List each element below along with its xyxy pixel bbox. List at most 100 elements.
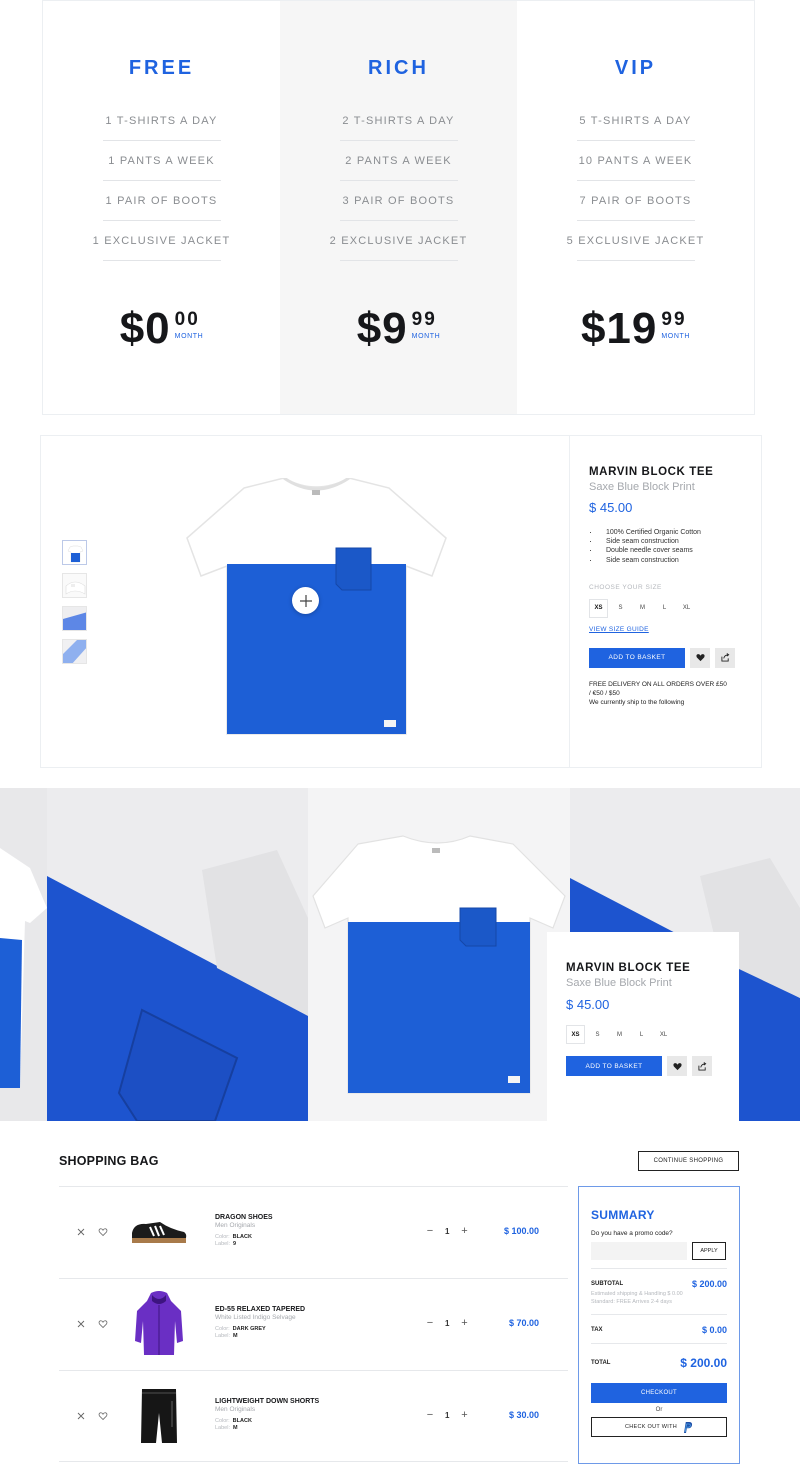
share-button[interactable] [715,647,735,668]
price-period: MONTH [661,333,691,340]
heart-outline-icon[interactable] [98,1319,108,1329]
sneaker-image[interactable] [129,1197,189,1267]
heart-outline-icon[interactable] [98,1411,108,1421]
bag-item-color: Color: BLACK [215,1418,252,1424]
card-share-button[interactable] [692,1056,712,1076]
close-icon[interactable] [76,1227,86,1237]
hoodie-image[interactable] [129,1289,189,1359]
bag-item-name[interactable]: DRAGON SHOES [215,1214,273,1221]
price-cents: 99 [661,309,687,330]
plan-feature: 10 PANTS A WEEK [576,141,695,181]
bag-item-subtitle: Men Originals [215,1406,256,1413]
quantity-decrease-button[interactable]: − [425,1225,435,1237]
bag-item-subtitle: White Listed Indigo Selvage [215,1314,296,1321]
heart-icon [695,654,705,662]
total-label: TOTAL [591,1360,611,1366]
gallery-product-card: MARVIN BLOCK TEE Saxe Blue Block Print $… [547,932,739,1121]
card-product-subtitle: Saxe Blue Block Print [566,977,672,989]
card-size-selector: XS S M L XL [566,1025,739,1044]
gallery-image-front[interactable] [308,788,570,1121]
card-size-option-m[interactable]: M [610,1025,629,1044]
gallery-image-pocket[interactable] [47,788,308,1121]
card-wishlist-button[interactable] [667,1056,687,1076]
product-detail: MARVIN BLOCK TEE Saxe Blue Block Print $… [40,435,762,768]
summary-divider [591,1314,727,1315]
thumbnail-pocket[interactable] [62,639,87,664]
size-option-xl[interactable]: XL [677,599,696,618]
bag-item-row: LIGHTWEIGHT DOWN SHORTS Men Originals Co… [59,1370,568,1462]
bag-item-info: ED-55 RELAXED TAPERED White Listed Indig… [215,1306,305,1339]
plan-features: 2 T-SHIRTS A DAY 2 PANTS A WEEK 3 PAIR O… [280,101,517,261]
continue-shopping-button[interactable]: CONTINUE SHOPPING [638,1151,739,1171]
quantity-decrease-button[interactable]: − [425,1317,435,1329]
price-period: MONTH [174,333,204,340]
plan-rich: RICH 2 T-SHIRTS A DAY 2 PANTS A WEEK 3 P… [280,1,517,414]
quantity-value: 1 [445,1410,450,1420]
plan-name: FREE [128,57,195,79]
order-summary: SUMMARY Do you have a promo code? APPLY … [578,1186,740,1464]
card-add-to-basket-button[interactable]: ADD TO BASKET [566,1056,662,1076]
size-guide-link[interactable]: VIEW SIZE GUIDE [589,626,749,633]
shorts-image[interactable] [129,1381,189,1451]
product-main-image[interactable] [184,478,449,740]
bag-item-info: LIGHTWEIGHT DOWN SHORTS Men Originals Co… [215,1398,319,1431]
thumbnail-front[interactable] [62,540,87,565]
plan-features: 1 T-SHIRTS A DAY 1 PANTS A WEEK 1 PAIR O… [43,101,280,261]
promo-label: Do you have a promo code? [591,1230,673,1237]
zoom-button[interactable] [292,587,319,614]
size-option-s[interactable]: S [611,599,630,618]
bag-item-label: Label: M [215,1425,238,1431]
plan-price: $9 99 MONTH [357,305,441,353]
card-size-option-xl[interactable]: XL [654,1025,673,1044]
bag-item-label: Label: 9 [215,1241,237,1247]
card-size-option-l[interactable]: L [632,1025,651,1044]
quantity-decrease-button[interactable]: − [425,1409,435,1421]
subtotal-line: SUBTOTAL $ 200.00 [591,1279,727,1289]
or-separator: Or [655,1407,663,1413]
wishlist-button[interactable] [690,647,710,668]
heart-outline-icon[interactable] [98,1227,108,1237]
plan-feature: 2 T-SHIRTS A DAY [339,101,458,141]
delivery-info: FREE DELIVERY ON ALL ORDERS OVER £50 / €… [589,680,749,707]
size-option-m[interactable]: M [633,599,652,618]
close-icon[interactable] [76,1411,86,1421]
quantity-increase-button[interactable]: + [459,1225,469,1237]
paypal-checkout-button[interactable]: CHECK OUT WITH [591,1417,727,1437]
shipping-note-line: Estimated shipping & Handling $ 0.00 [591,1291,683,1297]
quantity-increase-button[interactable]: + [459,1409,469,1421]
price-cents: 99 [411,309,437,330]
card-buy-row: ADD TO BASKET [566,1056,739,1076]
plan-features: 5 T-SHIRTS A DAY 10 PANTS A WEEK 7 PAIR … [517,101,754,261]
thumbnail-fabric[interactable] [62,606,87,631]
promo-code-input[interactable] [591,1242,687,1260]
product-feature: 100% Certified Organic Cotton [589,528,749,537]
bag-item-name[interactable]: LIGHTWEIGHT DOWN SHORTS [215,1398,319,1405]
quantity-stepper: − 1 + [425,1225,469,1237]
checkout-button[interactable]: CHECKOUT [591,1383,727,1403]
pricing-table: FREE 1 T-SHIRTS A DAY 1 PANTS A WEEK 1 P… [42,0,755,415]
plan-feature: 5 EXCLUSIVE JACKET [567,221,703,261]
thumbnail-collar[interactable] [62,573,87,598]
bag-item-name[interactable]: ED-55 RELAXED TAPERED [215,1306,305,1313]
card-size-option-s[interactable]: S [588,1025,607,1044]
total-line: TOTAL $ 200.00 [591,1356,727,1370]
paypal-label: CHECK OUT WITH [624,1424,678,1430]
card-size-option-xs[interactable]: XS [566,1025,585,1044]
plan-name: VIP [614,57,657,79]
plan-free: FREE 1 T-SHIRTS A DAY 1 PANTS A WEEK 1 P… [43,1,280,414]
plan-feature: 2 PANTS A WEEK [339,141,458,181]
size-option-xs[interactable]: XS [589,598,608,618]
size-option-l[interactable]: L [655,599,674,618]
quantity-increase-button[interactable]: + [459,1317,469,1329]
tax-value: $ 0.00 [701,1325,727,1335]
bag-item-row: ED-55 RELAXED TAPERED White Listed Indig… [59,1278,568,1370]
apply-promo-button[interactable]: APPLY [692,1242,726,1260]
gallery-image-edge-left[interactable] [0,788,47,1121]
plan-price: $19 99 MONTH [581,305,690,353]
close-icon[interactable] [76,1319,86,1329]
plan-feature: 3 PAIR OF BOOTS [339,181,458,221]
share-icon [697,1061,706,1071]
add-to-basket-button[interactable]: ADD TO BASKET [589,647,685,668]
price-period: MONTH [411,333,441,340]
price-cents: 00 [174,309,200,330]
